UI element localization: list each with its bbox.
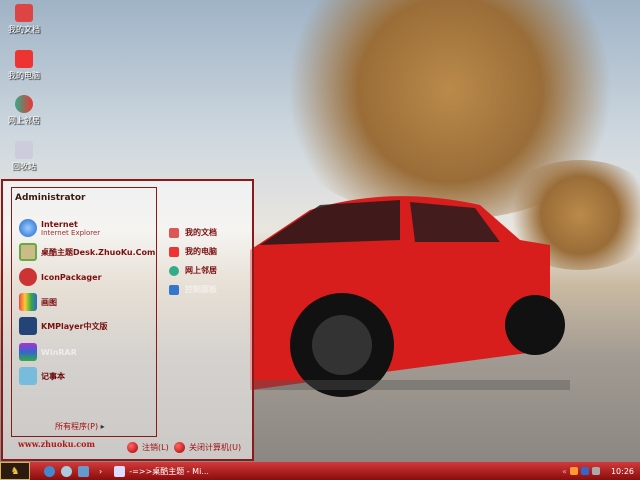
system-tray: « 10:26 (562, 467, 640, 476)
menu-item-paint[interactable]: 画图 (19, 293, 57, 311)
winrar-icon (19, 343, 37, 361)
network-tray-icon[interactable] (580, 467, 589, 475)
tray-expand-icon[interactable]: « (562, 467, 567, 476)
taskbar: ♞ › -=>>桌酷主题 - Mi... « 10:26 (0, 462, 640, 480)
notepad-icon (19, 367, 37, 385)
desktop: 我的文档 我的电脑 网上邻居 回收站 Administrator Interne… (0, 0, 640, 462)
desktop-quicklaunch-icon[interactable] (78, 465, 89, 477)
start-button[interactable]: ♞ (0, 462, 30, 480)
volume-tray-icon[interactable] (591, 467, 600, 475)
menu-item-internet[interactable]: Internet Internet Explorer (19, 219, 100, 237)
place-control-panel[interactable]: 控制面板 (169, 284, 217, 295)
menu-item-winrar[interactable]: WinRAR (19, 343, 77, 361)
power-icon (174, 442, 185, 453)
user-tray-icon[interactable] (569, 467, 578, 475)
taskbar-window-button[interactable]: -=>>桌酷主题 - Mi... (114, 465, 209, 477)
car-image (250, 196, 570, 397)
network-icon (169, 265, 179, 276)
logoff-button[interactable]: 注销(L) (127, 442, 169, 453)
zhuoku-icon (19, 243, 37, 261)
browser-quicklaunch-icon[interactable] (61, 465, 72, 477)
quicklaunch-expand-icon[interactable]: › (99, 467, 102, 476)
my-computer-icon (15, 50, 33, 68)
network-icon (15, 95, 33, 113)
menu-item-iconpackager[interactable]: IconPackager (19, 268, 102, 286)
place-network[interactable]: 网上邻居 (169, 265, 217, 276)
my-documents-icon (15, 4, 33, 22)
control-panel-icon (169, 284, 179, 295)
paint-icon (19, 293, 37, 311)
user-name: Administrator (15, 193, 86, 203)
ie-quicklaunch-icon[interactable] (44, 465, 55, 477)
website-link[interactable]: www.zhuoku.com (18, 439, 95, 449)
window-icon (114, 465, 126, 477)
place-my-documents[interactable]: 我的文档 (169, 227, 217, 238)
ferrari-logo-icon: ♞ (10, 465, 20, 477)
menu-item-zhuoku[interactable]: 桌酷主题Desk.ZhuoKu.Com (19, 243, 155, 261)
recycle-bin-icon (15, 141, 33, 159)
place-my-computer[interactable]: 我的电脑 (169, 246, 217, 257)
ie-icon (19, 219, 37, 237)
desktop-icon-recycle-bin[interactable]: 回收站 (4, 141, 44, 172)
my-computer-icon (169, 246, 179, 257)
menu-item-kmplayer[interactable]: KMPlayer中文版 (19, 317, 108, 335)
shutdown-button[interactable]: 关闭计算机(U) (174, 442, 241, 453)
clock[interactable]: 10:26 (611, 467, 634, 476)
kmplayer-icon (19, 317, 37, 335)
iconpackager-icon (19, 268, 37, 286)
desktop-icon-network[interactable]: 网上邻居 (4, 95, 44, 126)
menu-item-notepad[interactable]: 记事本 (19, 367, 65, 385)
start-menu: Administrator Internet Internet Explorer … (1, 179, 254, 461)
my-documents-icon (169, 227, 179, 238)
desktop-icon-my-documents[interactable]: 我的文档 (4, 4, 44, 35)
desktop-icon-my-computer[interactable]: 我的电脑 (4, 50, 44, 81)
arrow-right-icon: ▸ (100, 422, 105, 431)
logoff-icon (127, 442, 138, 453)
all-programs-button[interactable]: 所有程序(P) ▸ (55, 421, 105, 432)
